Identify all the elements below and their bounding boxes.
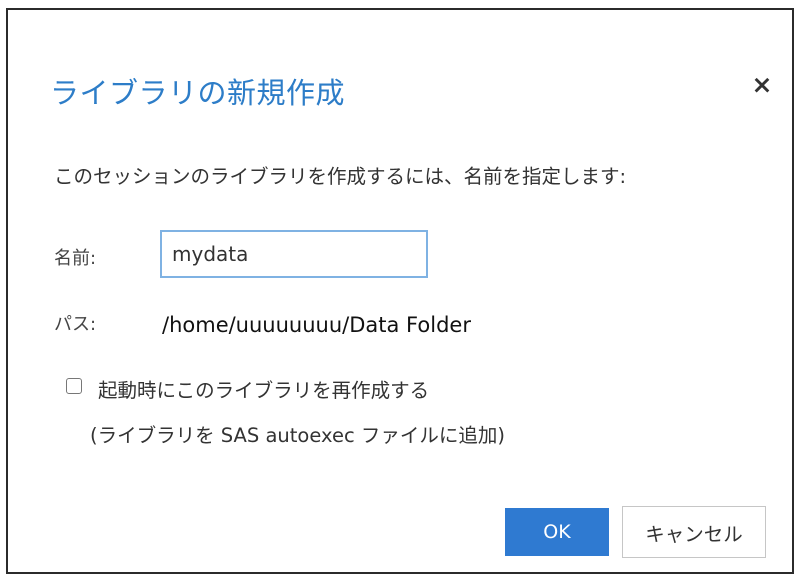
library-name-input[interactable] <box>160 230 428 278</box>
path-label: パス: <box>54 314 97 335</box>
ok-button[interactable]: OK <box>505 508 609 556</box>
name-label: 名前: <box>54 248 97 269</box>
cancel-button[interactable]: キャンセル <box>622 506 766 558</box>
dialog-title: ライブラリの新規作成 <box>50 76 346 110</box>
recreate-on-startup-checkbox[interactable] <box>66 378 82 394</box>
instruction-text: このセッションのライブラリを作成するには、名前を指定します: <box>54 165 627 188</box>
autoexec-note: (ライブラリを SAS autoexec ファイルに追加) <box>90 424 505 447</box>
new-library-dialog: ライブラリの新規作成 × このセッションのライブラリを作成するには、名前を指定し… <box>6 8 794 574</box>
path-value: /home/uuuuuuuu/Data Folder <box>162 313 471 337</box>
close-icon[interactable]: × <box>746 68 778 100</box>
recreate-on-startup-label[interactable]: 起動時にこのライブラリを再作成する <box>98 374 429 403</box>
